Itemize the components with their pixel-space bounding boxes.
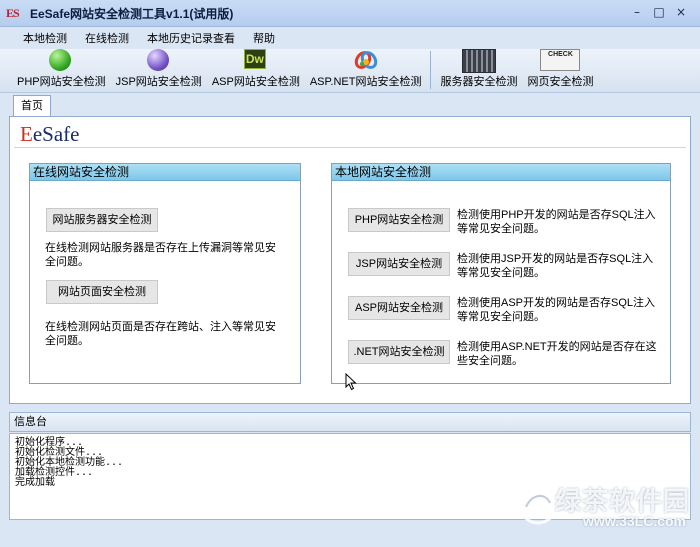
app-icon: ES <box>6 6 20 20</box>
local-scan-box: 本地网站安全检测 PHP网站安全检测 检测使用PHP开发的网站是否存SQL注入等… <box>331 163 671 384</box>
title-bar: ES EeSafe网站安全检测工具v1.1(试用版) – □ × <box>0 0 700 27</box>
online-scan-box: 在线网站安全检测 网站服务器安全检测 在线检测网站服务器是否存在上传漏洞等常见安… <box>29 163 301 384</box>
asp-scan-tool-button[interactable]: Dw ASP网站安全检测 <box>207 48 305 92</box>
dreamweaver-icon: Dw <box>243 49 268 71</box>
purple-orb-icon <box>146 49 171 71</box>
asp-scan-button[interactable]: ASP网站安全检测 <box>348 296 450 320</box>
jsp-scan-tool-button[interactable]: JSP网站安全检测 <box>111 48 207 92</box>
server-rack-icon <box>461 49 496 73</box>
check-stamp-icon: CHECK <box>540 49 581 71</box>
tab-home[interactable]: 首页 <box>13 95 51 117</box>
toolbar: PHP网站安全检测 JSP网站安全检测 Dw ASP网站安全检测 ASP.NET… <box>0 49 700 93</box>
toolbar-separator <box>430 51 432 89</box>
webpage-scan-tool-button[interactable]: CHECK 网页安全检测 <box>522 48 598 92</box>
dotnet-scan-description: 检测使用ASP.NET开发的网站是否存在这些安全问题。 <box>457 341 657 367</box>
server-scan-tool-button[interactable]: 服务器安全检测 <box>435 48 522 92</box>
menu-local-scan[interactable]: 本地检测 <box>14 30 76 46</box>
menu-bar: 本地检测 在线检测 本地历史记录查看 帮助 <box>0 27 700 49</box>
aspnet-scan-tool-button[interactable]: ASP.NET网站安全检测 <box>305 48 427 92</box>
asp-scan-description: 检测使用ASP开发的网站是否存SQL注入等常见安全问题。 <box>457 297 656 323</box>
close-button[interactable]: × <box>670 5 692 21</box>
jsp-scan-description: 检测使用JSP开发的网站是否存SQL注入等常见安全问题。 <box>457 253 654 279</box>
divider <box>14 147 686 148</box>
dotnet-icon <box>354 49 378 71</box>
eesafe-logo: EeSafe <box>20 122 80 146</box>
site-watermark: 绿茶软件园 www.33LC.com <box>516 477 696 537</box>
php-scan-button[interactable]: PHP网站安全检测 <box>348 208 450 232</box>
tool-label: JSP网站安全检测 <box>115 76 202 88</box>
tool-label: 网页安全检测 <box>527 76 594 88</box>
mouse-cursor-icon <box>345 373 357 391</box>
menu-help[interactable]: 帮助 <box>244 30 284 46</box>
home-panel: EeSafe 在线网站安全检测 网站服务器安全检测 在线检测网站服务器是否存在上… <box>9 116 691 404</box>
php-scan-tool-button[interactable]: PHP网站安全检测 <box>12 48 111 92</box>
tool-label: ASP.NET网站安全检测 <box>309 76 422 88</box>
page-scan-description: 在线检测网站页面是否存在跨站、注入等常见安全问题。 <box>45 321 276 347</box>
window-controls: – □ × <box>626 5 692 21</box>
page-security-scan-button[interactable]: 网站页面安全检测 <box>46 280 158 304</box>
minimize-button[interactable]: – <box>626 5 648 21</box>
dotnet-scan-button[interactable]: .NET网站安全检测 <box>348 340 450 364</box>
jsp-scan-button[interactable]: JSP网站安全检测 <box>348 252 450 276</box>
menu-local-history[interactable]: 本地历史记录查看 <box>138 30 244 46</box>
watermark-logo-icon <box>518 485 558 525</box>
window-title: EeSafe网站安全检测工具v1.1(试用版) <box>30 6 234 21</box>
tab-strip: 首页 <box>0 93 700 117</box>
tool-label: PHP网站安全检测 <box>17 76 106 88</box>
server-security-scan-button[interactable]: 网站服务器安全检测 <box>46 208 158 232</box>
server-scan-description: 在线检测网站服务器是否存在上传漏洞等常见安全问题。 <box>45 242 276 268</box>
console-title: 信息台 <box>9 412 691 432</box>
tool-label: 服务器安全检测 <box>440 76 518 88</box>
green-orb-icon <box>49 49 73 71</box>
console-line: 初始化程序... <box>15 437 84 448</box>
tool-label: ASP网站安全检测 <box>211 76 300 88</box>
watermark-url: www.33LC.com <box>583 513 686 529</box>
php-scan-description: 检测使用PHP开发的网站是否存SQL注入等常见安全问题。 <box>457 209 656 235</box>
console-line: 初始化本地检测功能... <box>15 457 124 468</box>
online-scan-title: 在线网站安全检测 <box>30 164 300 181</box>
maximize-button[interactable]: □ <box>648 5 670 21</box>
menu-online-scan[interactable]: 在线检测 <box>76 30 138 46</box>
local-scan-title: 本地网站安全检测 <box>332 164 670 181</box>
